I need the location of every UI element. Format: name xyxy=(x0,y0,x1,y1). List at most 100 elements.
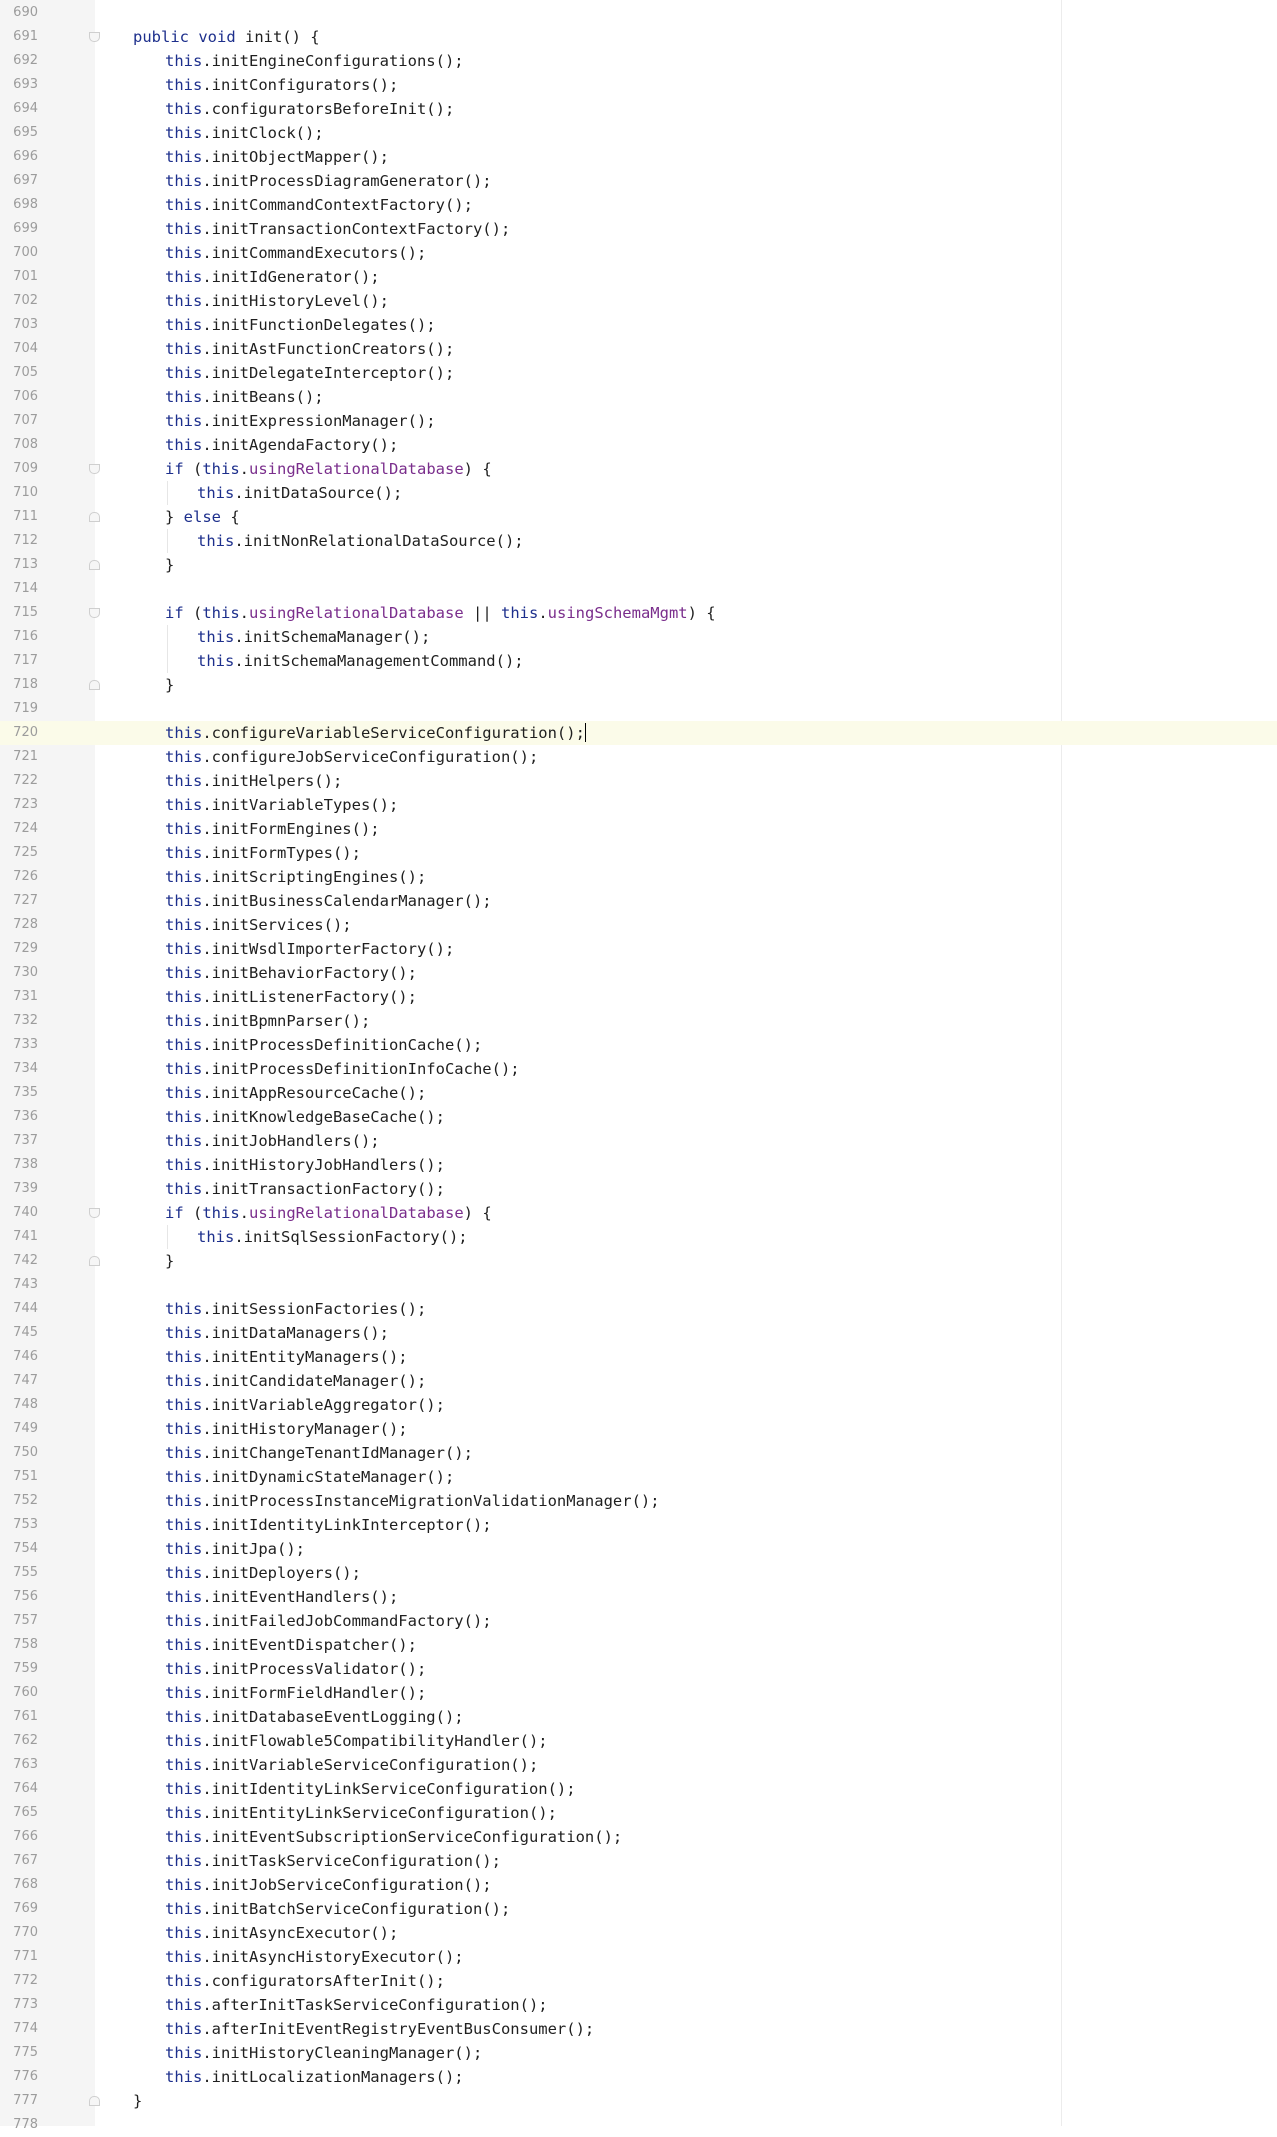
code-line[interactable]: 761 this.initDatabaseEventLogging(); xyxy=(0,1705,1277,1729)
code-line[interactable]: 728 this.initServices(); xyxy=(0,913,1277,937)
code-line[interactable]: 751 this.initDynamicStateManager(); xyxy=(0,1465,1277,1489)
fold-collapse-icon[interactable] xyxy=(89,1208,100,1218)
code-line[interactable]: 756 this.initEventHandlers(); xyxy=(0,1585,1277,1609)
code-line[interactable]: 768 this.initJobServiceConfiguration(); xyxy=(0,1873,1277,1897)
code-line[interactable]: 708 this.initAgendaFactory(); xyxy=(0,433,1277,457)
code-line[interactable]: 767 this.initTaskServiceConfiguration(); xyxy=(0,1849,1277,1873)
code-line[interactable]: 752 this.initProcessInstanceMigrationVali… xyxy=(0,1489,1277,1513)
code-line[interactable]: 721 this.configureJobServiceConfiguration… xyxy=(0,745,1277,769)
code-line[interactable]: 710 this.initDataSource(); xyxy=(0,481,1277,505)
code-line-current[interactable]: 720 this.configureVariableServiceConfigur… xyxy=(0,721,1277,745)
code-line[interactable]: 712 this.initNonRelationalDataSource(); xyxy=(0,529,1277,553)
code-line[interactable]: 772 this.configuratorsAfterInit(); xyxy=(0,1969,1277,1993)
code-line[interactable]: 706 this.initBeans(); xyxy=(0,385,1277,409)
code-line[interactable]: 765 this.initEntityLinkServiceConfigurati… xyxy=(0,1801,1277,1825)
code-line[interactable]: 757 this.initFailedJobCommandFactory(); xyxy=(0,1609,1277,1633)
code-line[interactable]: 696 this.initObjectMapper(); xyxy=(0,145,1277,169)
code-line[interactable]: 771 this.initAsyncHistoryExecutor(); xyxy=(0,1945,1277,1969)
fold-end-icon[interactable] xyxy=(89,512,100,522)
code-line[interactable]: 723 this.initVariableTypes(); xyxy=(0,793,1277,817)
code-line[interactable]: 769 this.initBatchServiceConfiguration(); xyxy=(0,1897,1277,1921)
code-line[interactable]: 700 this.initCommandExecutors(); xyxy=(0,241,1277,265)
code-line[interactable]: 735 this.initAppResourceCache(); xyxy=(0,1081,1277,1105)
code-line[interactable]: 707 this.initExpressionManager(); xyxy=(0,409,1277,433)
code-line[interactable]: 749 this.initHistoryManager(); xyxy=(0,1417,1277,1441)
code-line[interactable]: 694 this.configuratorsBeforeInit(); xyxy=(0,97,1277,121)
code-line[interactable]: 754 this.initJpa(); xyxy=(0,1537,1277,1561)
code-line[interactable]: 748 this.initVariableAggregator(); xyxy=(0,1393,1277,1417)
code-line[interactable]: 692 this.initEngineConfigurations(); xyxy=(0,49,1277,73)
line-number: 693 xyxy=(13,77,38,92)
code-line[interactable]: 758 this.initEventDispatcher(); xyxy=(0,1633,1277,1657)
code-line[interactable]: 739 this.initTransactionFactory(); xyxy=(0,1177,1277,1201)
code-line[interactable]: 701 this.initIdGenerator(); xyxy=(0,265,1277,289)
code-line[interactable]: 733 this.initProcessDefinitionCache(); xyxy=(0,1033,1277,1057)
code-line[interactable]: 750 this.initChangeTenantIdManager(); xyxy=(0,1441,1277,1465)
code-line[interactable]: 766 this.initEventSubscriptionServiceConf… xyxy=(0,1825,1277,1849)
code-line[interactable]: 718} xyxy=(0,673,1277,697)
code-line[interactable]: 777} xyxy=(0,2089,1277,2113)
code-line[interactable]: 776 this.initLocalizationManagers(); xyxy=(0,2065,1277,2089)
code-line[interactable]: 775 this.initHistoryCleaningManager(); xyxy=(0,2041,1277,2065)
code-line[interactable]: 759 this.initProcessValidator(); xyxy=(0,1657,1277,1681)
code-line[interactable]: 778 xyxy=(0,2113,1277,2137)
code-line[interactable]: 725 this.initFormTypes(); xyxy=(0,841,1277,865)
code-line[interactable]: 742} xyxy=(0,1249,1277,1273)
code-line[interactable]: 732 this.initBpmnParser(); xyxy=(0,1009,1277,1033)
code-line[interactable]: 746 this.initEntityManagers(); xyxy=(0,1345,1277,1369)
code-line[interactable]: 760 this.initFormFieldHandler(); xyxy=(0,1681,1277,1705)
code-line[interactable]: 741 this.initSqlSessionFactory(); xyxy=(0,1225,1277,1249)
fold-end-icon[interactable] xyxy=(89,560,100,570)
code-line[interactable]: 702 this.initHistoryLevel(); xyxy=(0,289,1277,313)
code-line[interactable]: 714 xyxy=(0,577,1277,601)
code-line[interactable]: 736 this.initKnowledgeBaseCache(); xyxy=(0,1105,1277,1129)
code-line[interactable]: 774 this.afterInitEventRegistryEventBusCo… xyxy=(0,2017,1277,2041)
code-line[interactable]: 734 this.initProcessDefinitionInfoCache()… xyxy=(0,1057,1277,1081)
code-line[interactable]: 704 this.initAstFunctionCreators(); xyxy=(0,337,1277,361)
fold-end-icon[interactable] xyxy=(89,1256,100,1266)
code-line[interactable]: 753 this.initIdentityLinkInterceptor(); xyxy=(0,1513,1277,1537)
code-editor[interactable]: 690 691 public void init() {692 this.initEn… xyxy=(0,0,1277,2132)
code-line[interactable]: 693 this.initConfigurators(); xyxy=(0,73,1277,97)
code-line[interactable]: 722 this.initHelpers(); xyxy=(0,769,1277,793)
fold-end-icon[interactable] xyxy=(89,2096,100,2106)
code-line[interactable]: 717 this.initSchemaManagementCommand(); xyxy=(0,649,1277,673)
code-line[interactable]: 743 xyxy=(0,1273,1277,1297)
fold-end-icon[interactable] xyxy=(89,680,100,690)
code-line[interactable]: 738 this.initHistoryJobHandlers(); xyxy=(0,1153,1277,1177)
code-line[interactable]: 764 this.initIdentityLinkServiceConfigura… xyxy=(0,1777,1277,1801)
code-line[interactable]: 763 this.initVariableServiceConfiguration… xyxy=(0,1753,1277,1777)
code-line[interactable]: 697 this.initProcessDiagramGenerator(); xyxy=(0,169,1277,193)
code-line[interactable]: 713} xyxy=(0,553,1277,577)
code-line[interactable]: 705 this.initDelegateInterceptor(); xyxy=(0,361,1277,385)
code-line[interactable]: 745 this.initDataManagers(); xyxy=(0,1321,1277,1345)
fold-collapse-icon[interactable] xyxy=(89,608,100,618)
code-line[interactable]: 727 this.initBusinessCalendarManager(); xyxy=(0,889,1277,913)
code-line[interactable]: 773 this.afterInitTaskServiceConfiguratio… xyxy=(0,1993,1277,2017)
code-line[interactable]: 716 this.initSchemaManager(); xyxy=(0,625,1277,649)
code-line[interactable]: 729 this.initWsdlImporterFactory(); xyxy=(0,937,1277,961)
code-line[interactable]: 737 this.initJobHandlers(); xyxy=(0,1129,1277,1153)
code-line[interactable]: 690 xyxy=(0,1,1277,25)
code-line[interactable]: 726 this.initScriptingEngines(); xyxy=(0,865,1277,889)
code-line[interactable]: 719 xyxy=(0,697,1277,721)
code-line[interactable]: 698 this.initCommandContextFactory(); xyxy=(0,193,1277,217)
code-line[interactable]: 744 this.initSessionFactories(); xyxy=(0,1297,1277,1321)
code-line[interactable]: 724 this.initFormEngines(); xyxy=(0,817,1277,841)
code-line[interactable]: 711} else { xyxy=(0,505,1277,529)
code-line[interactable]: 691 public void init() { xyxy=(0,25,1277,49)
code-line[interactable]: 699 this.initTransactionContextFactory(); xyxy=(0,217,1277,241)
code-line[interactable]: 755 this.initDeployers(); xyxy=(0,1561,1277,1585)
code-line[interactable]: 695 this.initClock(); xyxy=(0,121,1277,145)
code-line[interactable]: 731 this.initListenerFactory(); xyxy=(0,985,1277,1009)
code-line[interactable]: 730 this.initBehaviorFactory(); xyxy=(0,961,1277,985)
code-line[interactable]: 709 if (this.usingRelationalDatabase) { xyxy=(0,457,1277,481)
code-line[interactable]: 740 if (this.usingRelationalDatabase) { xyxy=(0,1201,1277,1225)
code-line[interactable]: 715 if (this.usingRelationalDatabase || t… xyxy=(0,601,1277,625)
code-line[interactable]: 762 this.initFlowable5CompatibilityHandle… xyxy=(0,1729,1277,1753)
fold-collapse-icon[interactable] xyxy=(89,32,100,42)
fold-collapse-icon[interactable] xyxy=(89,464,100,474)
code-line[interactable]: 703 this.initFunctionDelegates(); xyxy=(0,313,1277,337)
code-line[interactable]: 770 this.initAsyncExecutor(); xyxy=(0,1921,1277,1945)
code-line[interactable]: 747 this.initCandidateManager(); xyxy=(0,1369,1277,1393)
